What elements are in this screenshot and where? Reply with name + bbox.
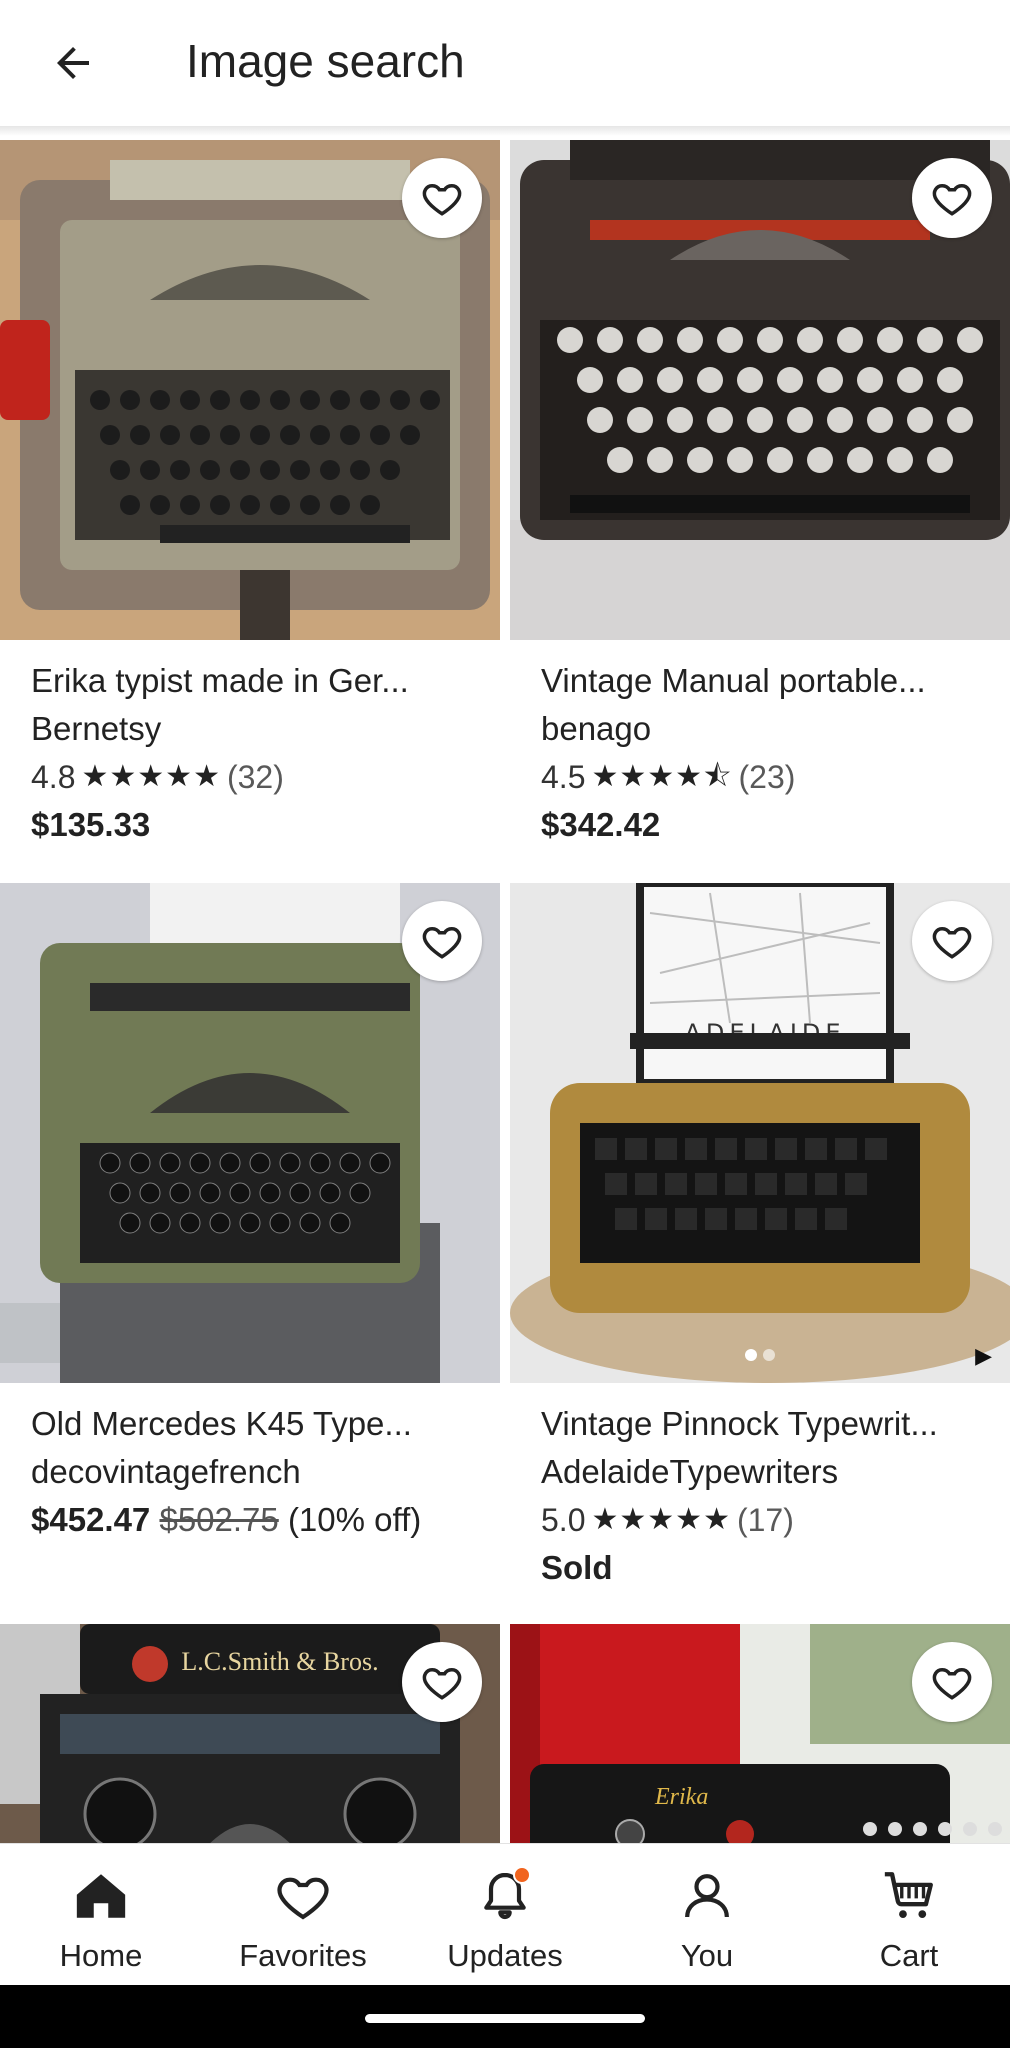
listing-card[interactable]: Old Mercedes K45 Type... decovintagefren… xyxy=(0,883,500,1623)
listing-title[interactable]: Vintage Pinnock Typewrit... xyxy=(541,1400,1001,1448)
notification-badge xyxy=(513,1866,531,1884)
app-bar-divider xyxy=(0,126,1010,136)
listing-card[interactable]: Erika xyxy=(510,1624,1010,1843)
carousel-dot xyxy=(763,1349,775,1361)
listing-rating: 4.8 ★★★★★ (32) xyxy=(31,753,491,801)
listing-card[interactable]: Vintage Manual portable... benago 4.5 ★★… xyxy=(510,140,1010,880)
cart-icon xyxy=(877,1864,941,1928)
listing-image[interactable] xyxy=(510,140,1010,640)
listing-image[interactable]: ADELAIDE ▶ xyxy=(510,883,1010,1383)
review-count: (17) xyxy=(736,1502,794,1538)
sold-status: Sold xyxy=(541,1549,613,1586)
nav-cart[interactable]: Cart xyxy=(808,1844,1010,1985)
heart-icon xyxy=(271,1864,335,1928)
shop-name: decovintagefrench xyxy=(31,1453,301,1490)
listing-info: Erika typist made in Ger... Bernetsy 4.8… xyxy=(31,657,491,849)
shop-name: benago xyxy=(541,710,652,747)
brand-text: Erika xyxy=(654,1784,708,1810)
arrow-left-icon xyxy=(57,47,89,79)
listing-price: $342.42 xyxy=(541,806,661,843)
listing-card[interactable]: L.C.Smith & Bros. xyxy=(0,1624,500,1843)
listing-rating: 5.0 ★★★★★ (17) xyxy=(541,1496,1001,1544)
review-count: (32) xyxy=(226,759,284,795)
heart-outline-icon xyxy=(932,1667,972,1700)
listing-card[interactable]: ADELAIDE ▶ Vintage Pinnock Ty xyxy=(510,883,1010,1623)
nav-home[interactable]: Home xyxy=(0,1844,202,1985)
favorite-button[interactable] xyxy=(912,901,992,981)
heart-outline-icon xyxy=(422,926,462,959)
listing-image[interactable] xyxy=(0,140,500,640)
shop-name: Bernetsy xyxy=(31,710,162,747)
original-price: $502.75 xyxy=(159,1501,279,1538)
star-rating-icon: ★★★★⯪ xyxy=(591,760,733,793)
page-title: Image search xyxy=(186,35,465,87)
brand-text: L.C.Smith & Bros. xyxy=(181,1647,378,1676)
listing-grid: Erika typist made in Ger... Bernetsy 4.8… xyxy=(0,140,1010,1843)
person-icon xyxy=(675,1864,739,1928)
review-count: (23) xyxy=(738,759,796,795)
listing-info: Vintage Manual portable... benago 4.5 ★★… xyxy=(541,657,1001,849)
listing-title[interactable]: Erika typist made in Ger... xyxy=(31,657,491,705)
listing-price: $135.33 xyxy=(31,806,151,843)
shop-name: AdelaideTypewriters xyxy=(541,1453,839,1490)
bottom-navigation: Home Favorites Updates You Cart xyxy=(0,1843,1010,1985)
listing-price: $452.47 $502.75 (10% off) xyxy=(31,1496,491,1544)
nav-label: Cart xyxy=(879,1938,939,1973)
heart-outline-icon xyxy=(932,926,972,959)
sale-price: $452.47 xyxy=(31,1501,151,1538)
star-rating-icon: ★★★★★ xyxy=(81,760,221,793)
favorite-button[interactable] xyxy=(402,158,482,238)
listing-rating: 4.5 ★★★★⯪ (23) xyxy=(541,753,1001,801)
heart-outline-icon xyxy=(422,1667,462,1700)
listing-info: Old Mercedes K45 Type... decovintagefren… xyxy=(31,1400,491,1544)
nav-you[interactable]: You xyxy=(606,1844,808,1985)
favorite-button[interactable] xyxy=(912,1642,992,1722)
nav-updates[interactable]: Updates xyxy=(404,1844,606,1985)
listing-image[interactable]: L.C.Smith & Bros. xyxy=(0,1624,500,1843)
nav-favorites[interactable]: Favorites xyxy=(202,1844,404,1985)
favorite-button[interactable] xyxy=(912,158,992,238)
star-rating-icon: ★★★★★ xyxy=(591,1503,731,1536)
app-bar: Image search xyxy=(0,0,1010,126)
bell-icon xyxy=(473,1864,537,1928)
listing-title[interactable]: Old Mercedes K45 Type... xyxy=(31,1400,491,1448)
listing-info: Vintage Pinnock Typewrit... AdelaideType… xyxy=(541,1400,1001,1592)
discount-label: (10% off) xyxy=(287,1501,422,1538)
rating-score: 4.8 xyxy=(31,759,76,795)
home-gesture-handle[interactable] xyxy=(365,2014,645,2023)
heart-outline-icon xyxy=(422,183,462,216)
home-icon xyxy=(69,1864,133,1928)
favorite-button[interactable] xyxy=(402,901,482,981)
back-button[interactable] xyxy=(38,28,108,98)
nav-label: Updates xyxy=(447,1938,563,1973)
listing-title[interactable]: Vintage Manual portable... xyxy=(541,657,1001,705)
carousel-dot-active xyxy=(745,1349,757,1361)
play-video-icon[interactable]: ▶ xyxy=(975,1343,992,1369)
carousel-indicator xyxy=(510,1349,1010,1361)
nav-label: Home xyxy=(59,1938,143,1973)
rating-score: 4.5 xyxy=(541,759,586,795)
listing-image[interactable] xyxy=(0,883,500,1383)
listing-image[interactable]: Erika xyxy=(510,1624,1010,1843)
listing-card[interactable]: Erika typist made in Ger... Bernetsy 4.8… xyxy=(0,140,500,880)
nav-label: You xyxy=(680,1938,734,1973)
nav-label: Favorites xyxy=(239,1938,367,1973)
heart-outline-icon xyxy=(932,183,972,216)
rating-score: 5.0 xyxy=(541,1502,586,1538)
favorite-button[interactable] xyxy=(402,1642,482,1722)
